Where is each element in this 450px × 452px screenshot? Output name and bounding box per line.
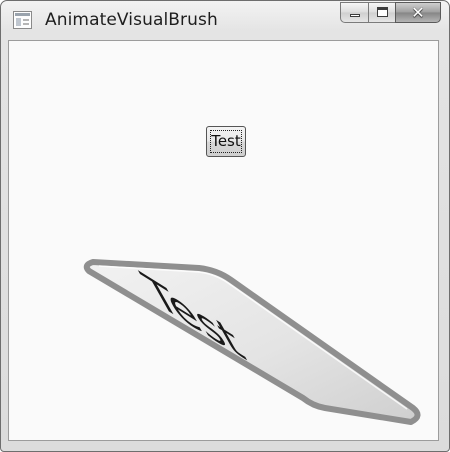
window-title: AnimateVisualBrush <box>45 10 218 30</box>
brush-shape-outline <box>83 259 421 425</box>
close-button[interactable]: ✕ <box>395 2 441 23</box>
maximize-button[interactable] <box>368 2 395 23</box>
minimize-icon <box>350 14 360 17</box>
app-window: AnimateVisualBrush ✕ Test Test <box>0 0 450 452</box>
maximize-icon <box>377 7 388 17</box>
window-content: Test Test <box>8 40 439 441</box>
title-bar[interactable]: AnimateVisualBrush ✕ <box>1 1 449 41</box>
animated-visual-brush-shape: Test <box>83 259 421 425</box>
close-icon: ✕ <box>411 3 425 22</box>
caption-buttons: ✕ <box>340 2 441 23</box>
app-window-icon[interactable] <box>13 11 32 29</box>
minimize-button[interactable] <box>340 2 368 23</box>
